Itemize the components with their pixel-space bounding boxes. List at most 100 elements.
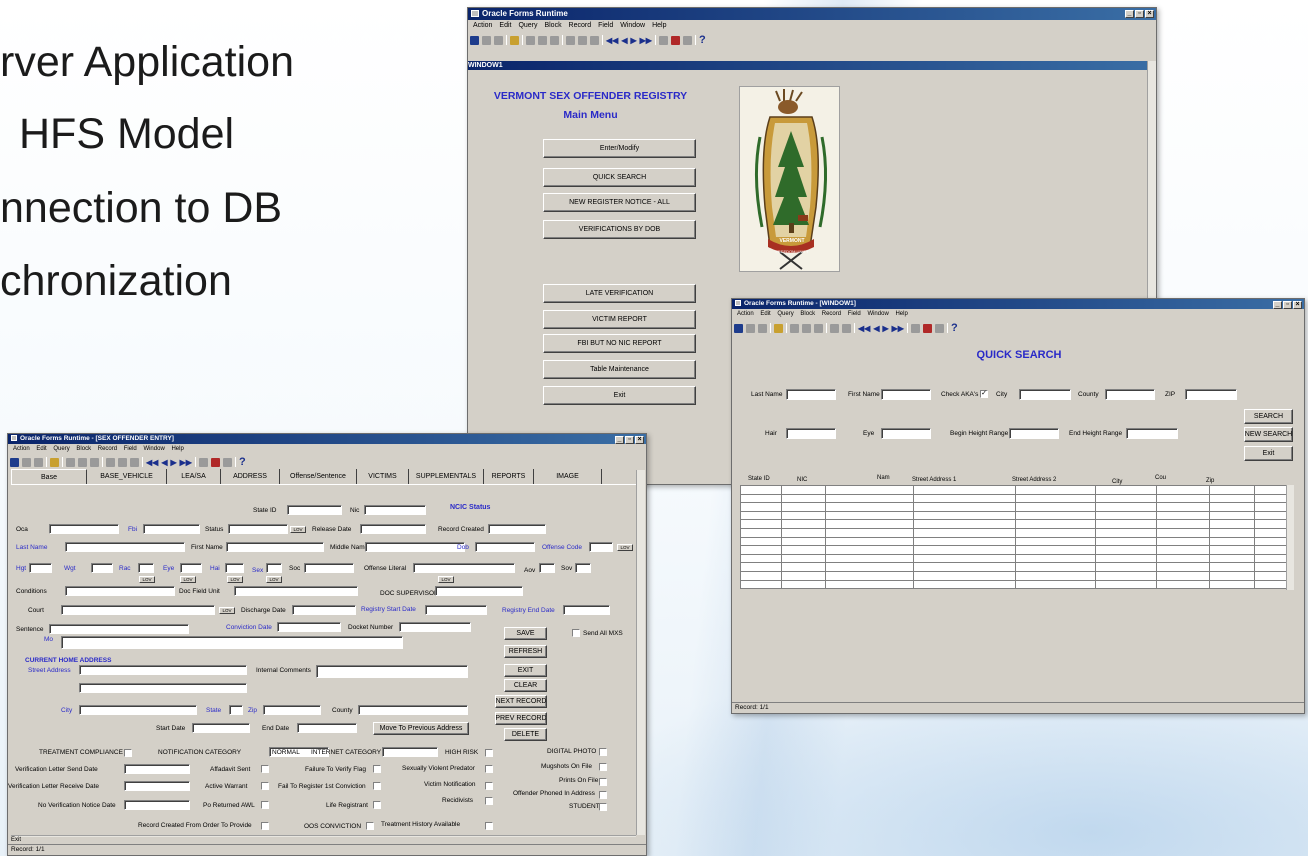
exit-icon[interactable] — [774, 323, 783, 333]
end-height-input[interactable] — [1126, 428, 1178, 439]
table-cell[interactable] — [740, 579, 782, 590]
minimize-button[interactable]: _ — [1273, 301, 1282, 309]
table-cell[interactable] — [913, 485, 1016, 495]
table-cell[interactable] — [1015, 579, 1096, 590]
execute-query-icon[interactable] — [578, 35, 587, 45]
cancel-query-icon[interactable] — [590, 35, 599, 45]
maximize-button[interactable]: ▫ — [1135, 10, 1144, 18]
copy-icon[interactable] — [802, 323, 811, 333]
close-form-icon[interactable] — [34, 457, 43, 467]
table-cell[interactable] — [740, 562, 782, 572]
menu-edit[interactable]: Edit — [36, 446, 46, 452]
table-cell[interactable] — [1156, 545, 1210, 555]
new-register-notice-button[interactable]: NEW REGISTER NOTICE - ALL — [543, 193, 696, 212]
offender-phoned-checkbox[interactable] — [599, 791, 607, 799]
table-cell[interactable] — [1095, 570, 1157, 581]
victim-report-button[interactable]: VICTIM REPORT — [543, 310, 696, 329]
table-cell[interactable] — [1156, 502, 1210, 512]
discharge-date-input[interactable] — [292, 605, 356, 615]
table-cell[interactable] — [1254, 579, 1287, 590]
enter-query-icon[interactable] — [566, 35, 575, 45]
status-lov-button[interactable]: LOV — [290, 526, 306, 533]
table-cell[interactable] — [1095, 536, 1157, 547]
aov-input[interactable] — [539, 563, 555, 573]
first-record-icon[interactable]: ◀◀ — [858, 324, 870, 333]
rac-lov-button[interactable]: LOV — [139, 576, 155, 583]
lock-record-icon[interactable] — [222, 457, 232, 467]
table-cell[interactable] — [825, 562, 914, 572]
failure-to-verify-checkbox[interactable] — [373, 765, 381, 773]
table-cell[interactable] — [913, 519, 1016, 529]
prev-record-icon[interactable]: ◀ — [621, 36, 627, 45]
refresh-button[interactable]: REFRESH — [504, 645, 547, 658]
execute-query-icon[interactable] — [118, 457, 127, 467]
table-cell[interactable] — [1254, 510, 1287, 521]
county-input[interactable] — [1105, 389, 1155, 400]
table-row[interactable] — [740, 570, 1287, 581]
table-cell[interactable] — [1254, 536, 1287, 547]
offense-literal-input[interactable] — [413, 563, 515, 573]
table-row[interactable] — [740, 527, 1287, 538]
delete-record-icon[interactable] — [922, 323, 932, 333]
help-icon[interactable]: ? — [239, 456, 246, 468]
conviction-date-input[interactable] — [277, 622, 341, 632]
insert-record-icon[interactable] — [658, 35, 668, 45]
svp-checkbox[interactable] — [485, 765, 493, 773]
table-cell[interactable] — [781, 570, 826, 581]
table-cell[interactable] — [781, 485, 826, 495]
table-cell[interactable] — [1254, 502, 1287, 512]
entry-vertical-scrollbar[interactable] — [636, 470, 645, 835]
results-scrollbar[interactable] — [1286, 485, 1294, 590]
table-cell[interactable] — [1156, 519, 1210, 529]
insert-record-icon[interactable] — [198, 457, 208, 467]
table-cell[interactable] — [781, 510, 826, 521]
menu-edit[interactable]: Edit — [760, 311, 770, 317]
menu-block[interactable]: Block — [76, 446, 91, 452]
enter-query-icon[interactable] — [106, 457, 115, 467]
table-cell[interactable] — [740, 519, 782, 529]
table-cell[interactable] — [781, 536, 826, 547]
table-cell[interactable] — [1209, 502, 1255, 512]
hgt-input[interactable] — [29, 563, 52, 573]
mugshots-checkbox[interactable] — [599, 763, 607, 771]
exit-button[interactable]: Exit — [543, 386, 696, 405]
table-cell[interactable] — [740, 536, 782, 547]
table-cell[interactable] — [1015, 493, 1096, 504]
treatment-history-checkbox[interactable] — [485, 822, 493, 830]
table-cell[interactable] — [1156, 553, 1210, 564]
close-button[interactable]: × — [635, 436, 644, 444]
student-checkbox[interactable] — [599, 803, 607, 811]
table-cell[interactable] — [913, 536, 1016, 547]
state-input[interactable] — [229, 705, 243, 715]
close-form-icon[interactable] — [494, 35, 503, 45]
exit-icon[interactable] — [510, 35, 519, 45]
menu-field[interactable]: Field — [598, 22, 613, 29]
menu-query[interactable]: Query — [53, 446, 69, 452]
table-cell[interactable] — [913, 502, 1016, 512]
sex-lov-button[interactable]: LOV — [266, 576, 282, 583]
offense-code-lov-button[interactable]: LOV — [617, 544, 633, 551]
city-input[interactable] — [1019, 389, 1071, 400]
table-cell[interactable] — [1156, 493, 1210, 504]
table-row[interactable] — [740, 536, 1287, 547]
tab-base-vehicle[interactable]: BASE_VEHICLE — [87, 469, 167, 484]
tab-reports[interactable]: REPORTS — [484, 469, 534, 484]
digital-photo-checkbox[interactable] — [599, 748, 607, 756]
registry-start-input[interactable] — [425, 605, 487, 615]
table-cell[interactable] — [1254, 545, 1287, 555]
table-cell[interactable] — [1095, 502, 1157, 512]
delete-button[interactable]: DELETE — [504, 728, 547, 741]
sov-input[interactable] — [575, 563, 591, 573]
tab-address[interactable]: ADDRESS — [221, 469, 280, 484]
end-date-input[interactable] — [297, 723, 357, 733]
table-cell[interactable] — [740, 485, 782, 495]
table-cell[interactable] — [1209, 510, 1255, 521]
paste-icon[interactable] — [550, 35, 559, 45]
street-address-1-input[interactable] — [79, 665, 247, 675]
cut-icon[interactable] — [526, 35, 535, 45]
table-cell[interactable] — [1156, 562, 1210, 572]
table-row[interactable] — [740, 493, 1287, 504]
table-cell[interactable] — [913, 562, 1016, 572]
menu-block[interactable]: Block — [544, 22, 561, 29]
table-cell[interactable] — [1095, 545, 1157, 555]
